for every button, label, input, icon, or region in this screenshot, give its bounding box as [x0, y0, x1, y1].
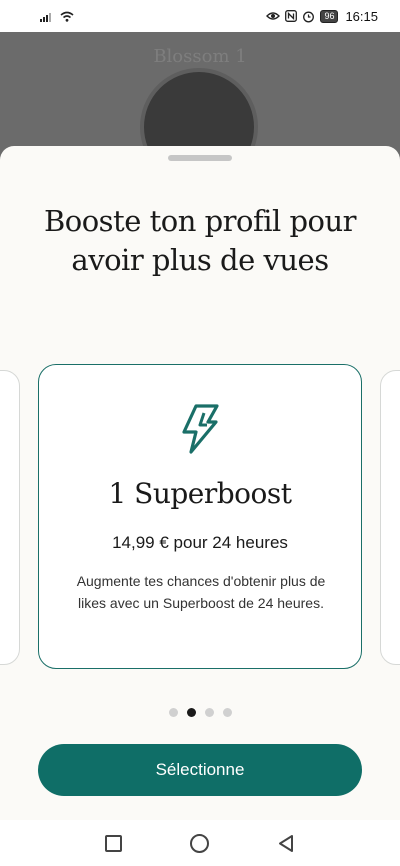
status-time: 16:15: [345, 8, 378, 24]
pagination-dot[interactable]: [204, 708, 214, 717]
home-circle-icon[interactable]: [190, 833, 209, 853]
eye-icon: [266, 11, 281, 21]
background-title: Blossom 1: [153, 46, 247, 67]
battery-icon: 96: [320, 9, 339, 23]
alarm-icon: [302, 10, 315, 23]
signal-icon: [40, 11, 54, 22]
superboost-offer-card[interactable]: 1 Superboost 14,99 € pour 24 heures Augm…: [38, 364, 362, 669]
pagination-dot[interactable]: [168, 708, 178, 717]
offer-price: 14,99 € pour 24 heures: [112, 533, 288, 552]
status-right: 96 16:15: [266, 9, 378, 24]
boost-bottom-sheet: Booste ton profil pour avoir plus de vue…: [0, 146, 400, 820]
status-bar: 96 16:15: [0, 0, 400, 32]
background-overlay[interactable]: Blossom 1: [0, 32, 400, 162]
back-triangle-icon[interactable]: [277, 834, 295, 853]
next-offer-card[interactable]: [380, 370, 400, 665]
recents-square-icon[interactable]: [105, 834, 122, 852]
status-left: [40, 11, 74, 22]
sheet-headline: Booste ton profil pour avoir plus de vue…: [43, 204, 357, 277]
wifi-icon: [60, 11, 74, 22]
offer-description: Augmente tes chances d'obtenir plus de l…: [76, 573, 326, 611]
offer-title: 1 Superboost: [108, 477, 292, 510]
pagination-dot-active[interactable]: [186, 708, 196, 717]
lightning-bolt-icon: [182, 404, 219, 454]
pagination-dots: [0, 708, 400, 717]
previous-offer-card[interactable]: [0, 370, 20, 665]
sheet-drag-handle[interactable]: [168, 155, 232, 161]
select-button[interactable]: Sélectionne: [38, 744, 362, 796]
system-nav-bar: [0, 820, 400, 866]
pagination-dot[interactable]: [222, 708, 232, 717]
nfc-icon: [285, 10, 298, 22]
